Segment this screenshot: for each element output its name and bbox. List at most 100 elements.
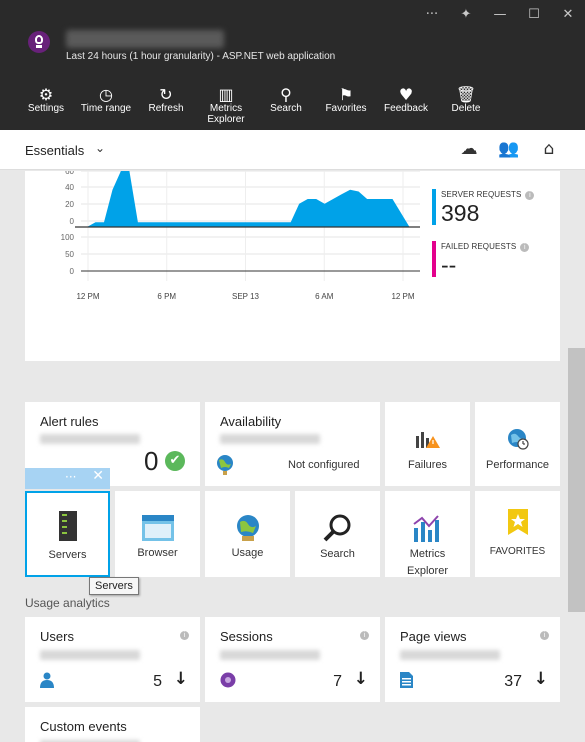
sessions-tile[interactable]: Sessions i 7 ↓ xyxy=(205,617,380,702)
search-button[interactable]: ⚲ Search xyxy=(256,78,316,125)
more-icon[interactable]: ··· xyxy=(415,0,449,28)
kpi-label: SERVER REQUESTS xyxy=(441,190,522,199)
maximize-icon[interactable]: ☐ xyxy=(517,0,551,28)
metrics-explorer-tile[interactable]: Metrics Explorer xyxy=(385,491,470,577)
users-tile[interactable]: Users i 5 ↓ xyxy=(25,617,200,702)
y-tick-label: 0 xyxy=(70,217,75,226)
essentials-toggle[interactable]: Essentials xyxy=(25,143,84,158)
page-icon xyxy=(400,672,413,688)
performance-tile[interactable]: Performance xyxy=(475,402,560,486)
arrow-down-icon: ↓ xyxy=(173,669,188,689)
tile-title: Page views xyxy=(400,629,467,644)
availability-tile[interactable]: Availability Not configured xyxy=(205,402,380,486)
refresh-button[interactable]: ↻ Refresh xyxy=(136,78,196,125)
favorites-button[interactable]: ⚑ Favorites xyxy=(316,78,376,125)
alert-count: 0 xyxy=(144,446,159,476)
page-views-tile[interactable]: Page views i 37 ↓ xyxy=(385,617,560,702)
time-range-button[interactable]: ◷ Time range xyxy=(76,78,136,125)
tile-title: Users xyxy=(40,629,74,644)
app-insights-blade: ··· ✦ — ☐ ✕ Last 24 hours (1 hour granul… xyxy=(0,0,585,742)
window-controls: ··· ✦ — ☐ ✕ xyxy=(415,0,585,28)
failures-icon xyxy=(385,424,470,454)
tile-title: Alert rules xyxy=(40,414,99,429)
search-tile[interactable]: Search xyxy=(295,491,380,577)
page-views-count: 37 xyxy=(504,673,522,690)
gear-icon: ⚙ xyxy=(38,85,54,104)
servers-tooltip: Servers xyxy=(89,577,139,595)
more-icon[interactable]: ··· xyxy=(65,470,76,484)
requests-chart: 60 40 20 0 100 50 0 12 PM 6 PM SEP 13 6 AM 12 PM xyxy=(61,171,420,301)
pin-icon[interactable]: ✦ xyxy=(449,0,483,28)
browser-tile[interactable]: Browser xyxy=(115,491,200,577)
tile-title: Sessions xyxy=(220,629,273,644)
availability-status: Not configured xyxy=(288,459,360,471)
magnifier-icon xyxy=(295,513,380,543)
y-tick-label: 60 xyxy=(65,171,74,176)
usage-analytics-heading: Usage analytics xyxy=(25,596,110,610)
usage-tile[interactable]: Usage xyxy=(205,491,290,577)
search-icon: ⚲ xyxy=(280,85,292,104)
y-tick-label: 40 xyxy=(65,183,74,192)
server-requests-value: 398 xyxy=(441,200,480,226)
usage-icon xyxy=(205,513,290,543)
blade-header: ··· ✦ — ☐ ✕ Last 24 hours (1 hour granul… xyxy=(0,0,585,130)
bookmark-icon: ⚑ xyxy=(338,85,354,104)
redacted-text xyxy=(40,650,140,660)
info-icon[interactable]: i xyxy=(540,631,549,640)
server-requests-area xyxy=(87,171,418,227)
kpi-label: FAILED REQUESTS xyxy=(441,242,517,251)
tile-title: Availability xyxy=(220,414,282,429)
users-icon[interactable]: 👥 xyxy=(497,139,521,159)
feedback-button[interactable]: ♥ Feedback xyxy=(376,78,436,125)
overview-chart-panel[interactable]: 60 40 20 0 100 50 0 12 PM 6 PM SEP 13 6 AM 12 PM SE… xyxy=(25,171,560,361)
cloud-lightning-icon[interactable]: ☁ xyxy=(457,139,481,159)
server-icon xyxy=(27,511,108,541)
chevron-down-icon[interactable]: ⌄ xyxy=(95,141,105,155)
failed-requests-value: -- xyxy=(441,252,457,278)
browser-icon xyxy=(115,513,200,543)
tag-icon[interactable]: ⌂ xyxy=(537,139,561,159)
refresh-icon: ↻ xyxy=(159,85,173,104)
tile-title: Custom events xyxy=(40,719,127,734)
custom-events-tile[interactable]: Custom events xyxy=(25,707,200,742)
scrollbar-thumb[interactable] xyxy=(568,348,585,612)
globe-icon xyxy=(217,455,233,475)
info-icon: i xyxy=(520,243,530,252)
x-tick-label: 6 PM xyxy=(157,292,176,301)
tile-context-bar[interactable]: ··· ✕ xyxy=(25,468,110,489)
clock-icon: ◷ xyxy=(99,85,113,104)
sessions-count: 7 xyxy=(333,673,342,690)
chart-icon: ▥ xyxy=(218,85,234,104)
redacted-text xyxy=(400,650,500,660)
x-tick-label: 12 PM xyxy=(76,292,99,301)
redacted-text xyxy=(220,650,320,660)
favorite-star-icon xyxy=(475,507,560,537)
delete-button[interactable]: 🗑 Delete xyxy=(436,78,496,125)
performance-icon xyxy=(475,424,560,454)
minimize-icon[interactable]: — xyxy=(483,0,517,28)
info-icon[interactable]: i xyxy=(180,631,189,640)
trash-icon: 🗑 xyxy=(455,85,477,104)
failures-tile[interactable]: Failures xyxy=(385,402,470,486)
y-tick-label: 0 xyxy=(70,267,75,276)
y-tick-label: 100 xyxy=(61,233,75,242)
redacted-text xyxy=(220,434,320,444)
close-icon[interactable]: ✕ xyxy=(92,468,104,484)
servers-tile[interactable]: Servers xyxy=(25,491,110,577)
y-tick-label: 50 xyxy=(65,250,74,259)
settings-button[interactable]: ⚙ Settings xyxy=(16,78,76,125)
info-icon: i xyxy=(525,191,535,200)
x-tick-label: SEP 13 xyxy=(232,292,260,301)
essentials-bar: Essentials ⌄ ☁ 👥 ⌂ xyxy=(0,130,585,170)
info-icon[interactable]: i xyxy=(360,631,369,640)
command-bar: ⚙ Settings ◷ Time range ↻ Refresh ▥ Metr… xyxy=(16,78,496,126)
user-icon xyxy=(40,672,54,688)
x-tick-label: 12 PM xyxy=(391,292,414,301)
check-circle-icon: ✔ xyxy=(165,451,185,471)
close-icon[interactable]: ✕ xyxy=(551,0,585,28)
y-tick-label: 20 xyxy=(65,200,74,209)
metrics-explorer-button[interactable]: ▥ Metrics Explorer xyxy=(196,78,256,126)
server-requests-color-bar xyxy=(432,189,436,225)
favorites-tile[interactable]: FAVORITES xyxy=(475,491,560,577)
x-tick-label: 6 AM xyxy=(315,292,334,301)
